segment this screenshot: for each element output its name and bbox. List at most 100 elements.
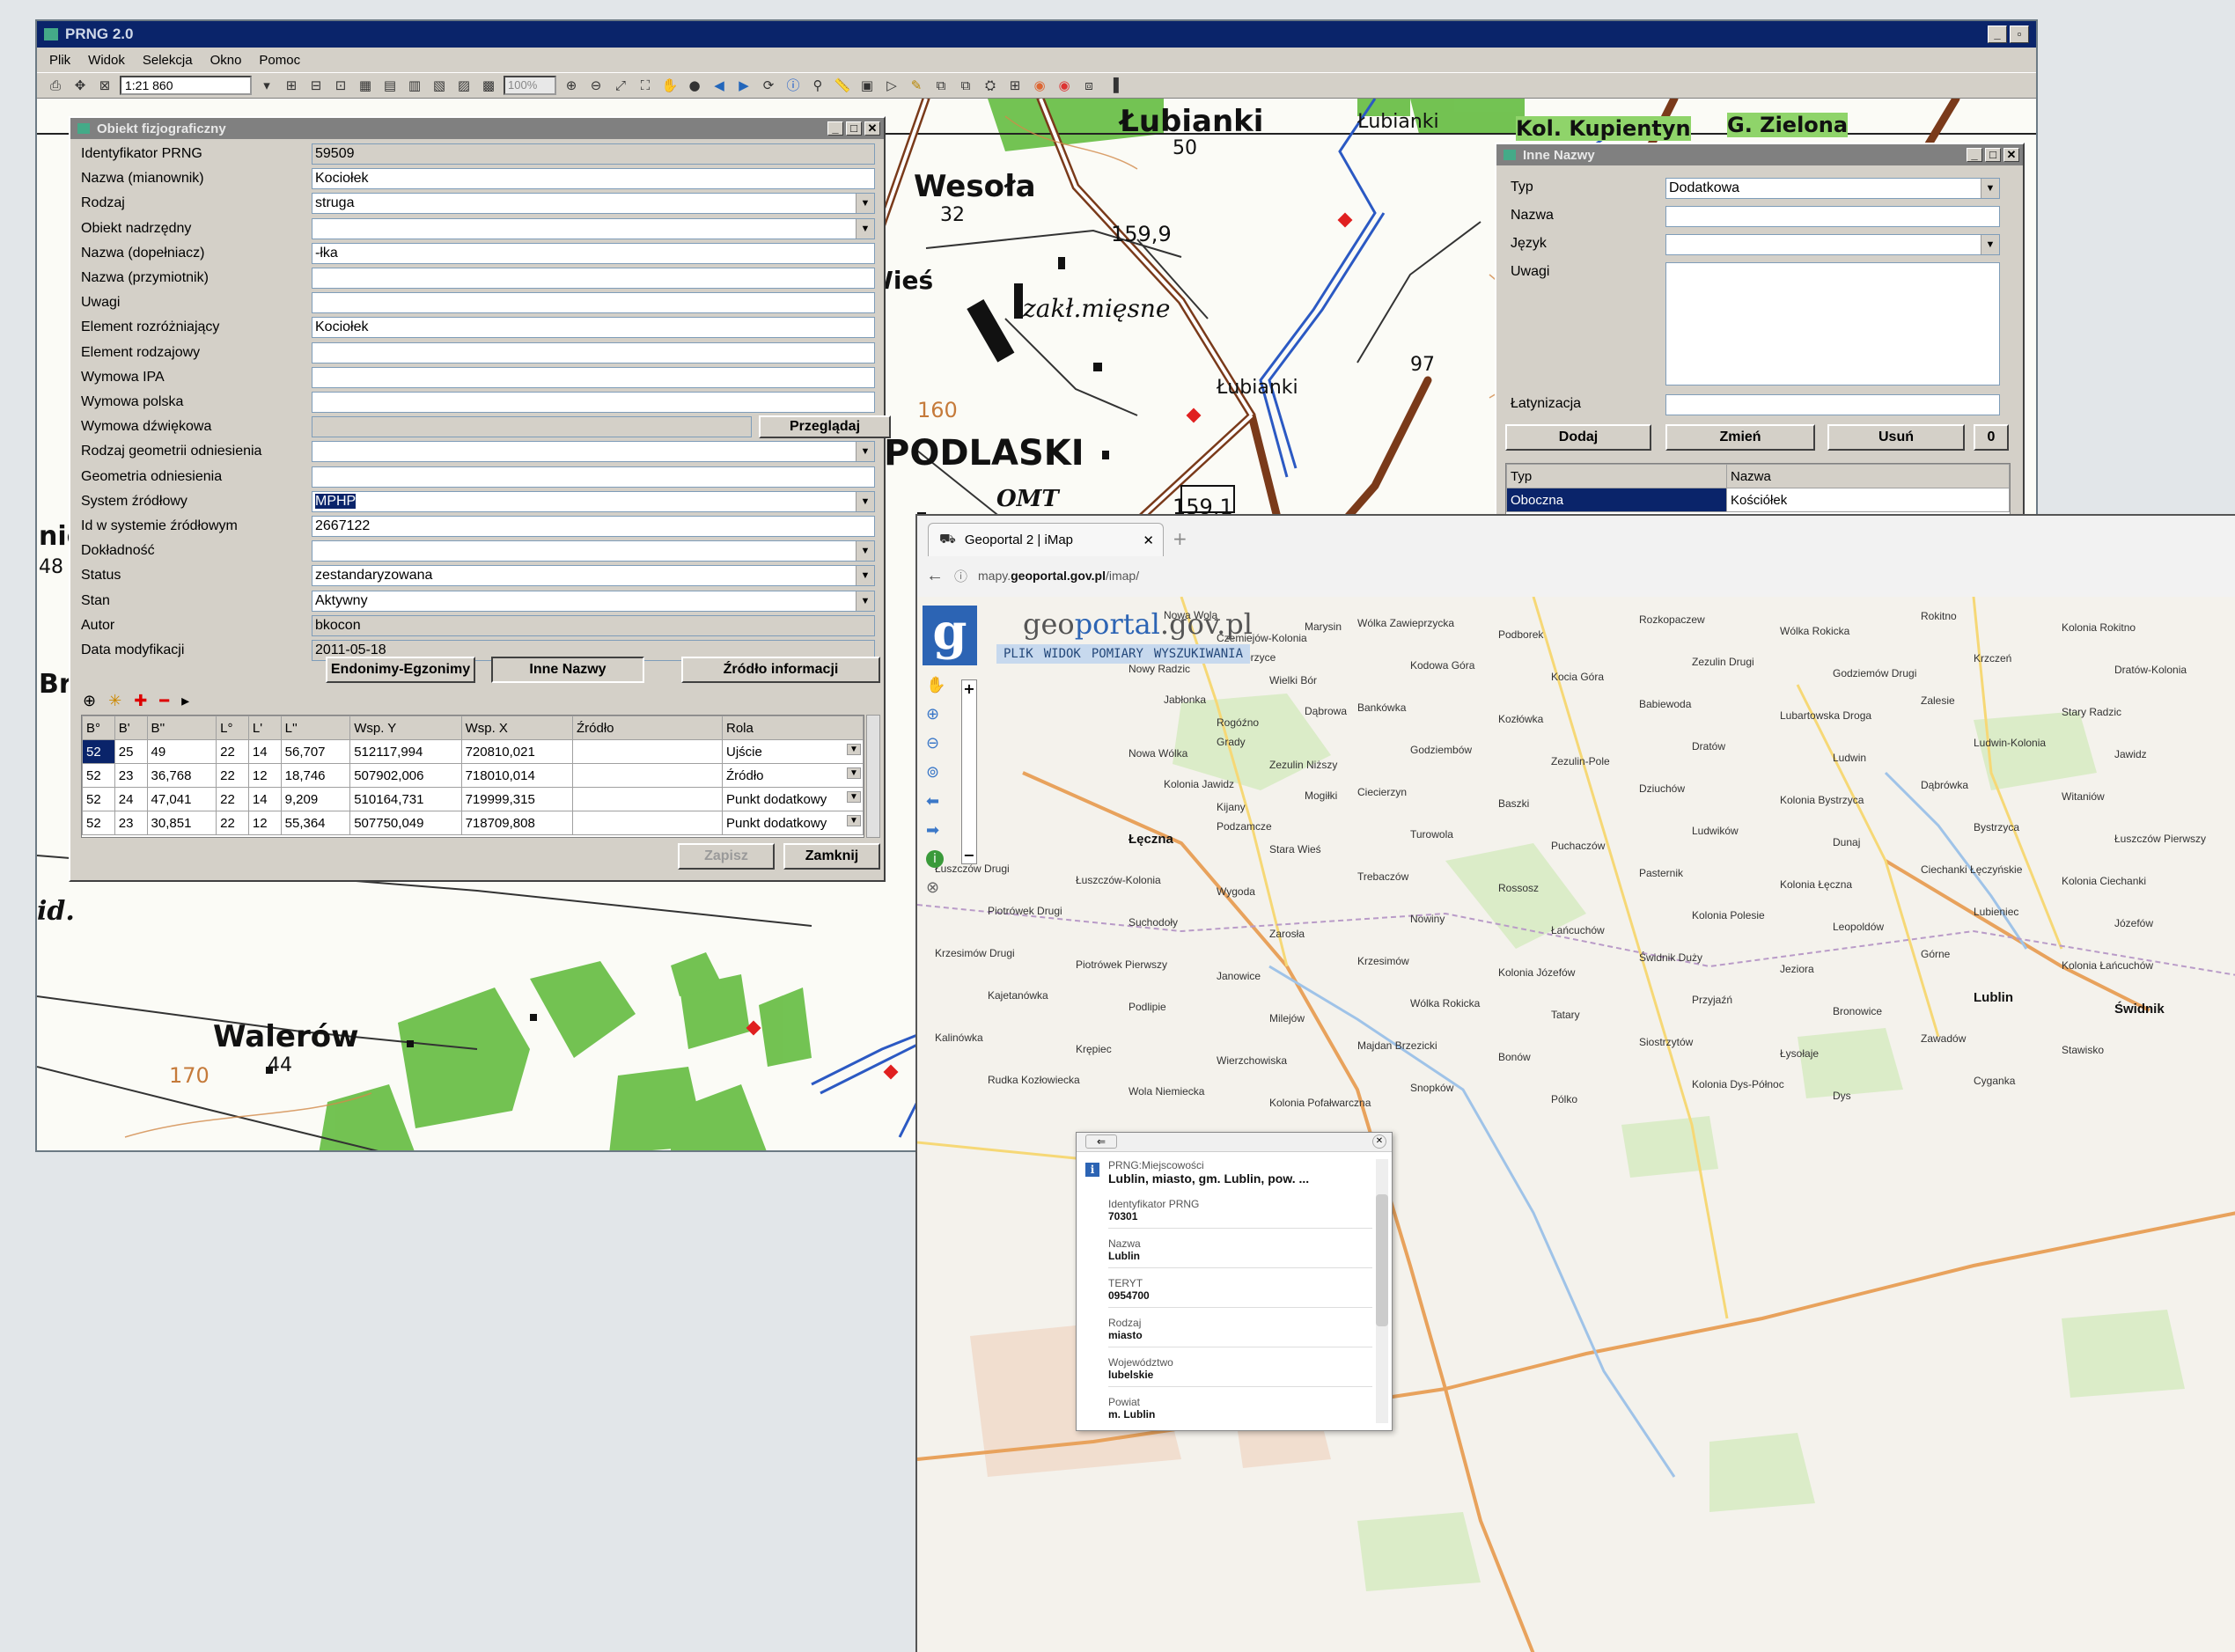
play-icon[interactable]: ▷ bbox=[882, 76, 901, 95]
grid-icon[interactable]: ▦ bbox=[356, 76, 375, 95]
window2-icon[interactable]: ⧉ bbox=[956, 76, 975, 95]
table-cell[interactable] bbox=[572, 787, 723, 811]
field-input[interactable] bbox=[312, 217, 875, 239]
table-cell[interactable]: 30,851 bbox=[146, 811, 217, 835]
table-cell[interactable] bbox=[572, 763, 723, 788]
table-cell[interactable]: 52 bbox=[82, 739, 115, 764]
rola-dropdown-icon[interactable]: ▼ bbox=[847, 767, 861, 779]
info-icon[interactable]: i bbox=[926, 850, 944, 868]
zoom-out-icon[interactable]: ⊖ bbox=[586, 76, 606, 95]
field-input[interactable] bbox=[312, 441, 875, 463]
layer3-icon[interactable]: ⊡ bbox=[331, 76, 350, 95]
zoom-box-icon[interactable]: ⛶ bbox=[636, 76, 655, 95]
coords-header[interactable]: B° bbox=[82, 716, 115, 740]
table-cell[interactable]: 52 bbox=[82, 787, 115, 811]
endonimy-button[interactable]: Endonimy-Egzonimy bbox=[326, 657, 475, 683]
back-icon[interactable]: ◀ bbox=[709, 76, 729, 95]
table-cell[interactable]: 22 bbox=[216, 787, 249, 811]
usun-button[interactable]: Usuń bbox=[1827, 424, 1965, 451]
zoom-plus-icon[interactable]: + bbox=[962, 680, 976, 697]
restore-button[interactable]: ▫ bbox=[2010, 26, 2029, 43]
refresh-icon[interactable]: ⟳ bbox=[759, 76, 778, 95]
table-row[interactable]: 52 24 47,041 22 14 9,209 510164,731 719999,315 P… bbox=[82, 787, 864, 811]
forward-icon[interactable]: ➡ bbox=[926, 821, 945, 840]
field-input[interactable]: Kociołek bbox=[312, 168, 875, 190]
object-icon[interactable]: ◉ bbox=[1030, 76, 1049, 95]
table-cell[interactable]: 719999,315 bbox=[460, 787, 574, 811]
field-input[interactable]: MPHP bbox=[312, 490, 875, 512]
menu-widok[interactable]: WIDOK bbox=[1044, 647, 1081, 661]
zoom-extent-icon[interactable]: ⤢ bbox=[611, 76, 630, 95]
table-cell[interactable]: Ujście ▼ bbox=[722, 739, 864, 764]
menu-selekcja[interactable]: Selekcja bbox=[143, 53, 193, 68]
field-input[interactable] bbox=[312, 268, 875, 289]
rola-dropdown-icon[interactable]: ▼ bbox=[847, 744, 861, 755]
rola-dropdown-icon[interactable]: ▼ bbox=[847, 791, 861, 803]
table-cell[interactable]: 720810,021 bbox=[460, 739, 574, 764]
remove-point-icon[interactable]: ━ bbox=[159, 692, 169, 710]
menu-pomoc[interactable]: Pomoc bbox=[259, 53, 300, 68]
field-input[interactable] bbox=[312, 392, 875, 413]
table-cell[interactable] bbox=[572, 811, 723, 835]
table-cell[interactable]: Źródło ▼ bbox=[722, 763, 864, 788]
popup-scroll-thumb[interactable] bbox=[1376, 1194, 1388, 1326]
table-cell[interactable]: 12 bbox=[247, 763, 282, 788]
forward-icon[interactable]: ▶ bbox=[734, 76, 754, 95]
grid2-icon[interactable]: ▤ bbox=[380, 76, 400, 95]
typ-select[interactable]: Dodatkowa bbox=[1665, 178, 2000, 199]
table-cell[interactable]: 47,041 bbox=[146, 787, 217, 811]
field-input[interactable]: Kociołek bbox=[312, 317, 875, 339]
table-cell[interactable] bbox=[572, 739, 723, 764]
count-button[interactable]: 0 bbox=[1974, 424, 2009, 451]
dodaj-button[interactable]: Dodaj bbox=[1505, 424, 1651, 451]
search-object-icon[interactable]: ⚲ bbox=[808, 76, 827, 95]
table-row[interactable]: 52 25 49 22 14 56,707 512117,994 720810,021 Ujśc… bbox=[82, 739, 864, 764]
table-cell[interactable]: 9,209 bbox=[280, 787, 351, 811]
field-input[interactable]: struga bbox=[312, 193, 875, 215]
coords-header[interactable]: L'' bbox=[280, 716, 351, 740]
maximize-button[interactable]: □ bbox=[846, 121, 862, 136]
popup-scrollbar[interactable] bbox=[1376, 1159, 1388, 1423]
coords-header[interactable]: L' bbox=[247, 716, 282, 740]
table-cell[interactable]: 14 bbox=[247, 787, 282, 811]
layer-icon[interactable]: ⊞ bbox=[282, 76, 301, 95]
coords-header[interactable]: Wsp. Y bbox=[349, 716, 462, 740]
menu-plik[interactable]: PLIK bbox=[1004, 647, 1033, 661]
table-cell[interactable]: 18,746 bbox=[280, 763, 351, 788]
browser-tab[interactable]: ⛟ Geoportal 2 | iMap ✕ bbox=[928, 523, 1164, 556]
maximize-button[interactable]: □ bbox=[1985, 148, 2001, 162]
arrow-icon[interactable]: ▸ bbox=[181, 692, 189, 710]
table-cell[interactable]: 510164,731 bbox=[349, 787, 462, 811]
list-item[interactable]: Oboczna Kościółek bbox=[1506, 488, 2010, 512]
zoom-point-icon[interactable]: ⊕ bbox=[83, 692, 96, 710]
grid4-icon[interactable]: ▧ bbox=[430, 76, 449, 95]
geoportal-logo[interactable]: g bbox=[923, 606, 977, 665]
menu-okno[interactable]: Okno bbox=[210, 53, 242, 68]
field-input[interactable] bbox=[312, 366, 875, 388]
close-button[interactable]: ✕ bbox=[2003, 148, 2019, 162]
back-icon[interactable]: ⬅ bbox=[926, 792, 945, 811]
menu-widok[interactable]: Widok bbox=[88, 53, 125, 68]
zoom-in-icon[interactable]: ⊕ bbox=[562, 76, 581, 95]
latynizacja-input[interactable] bbox=[1665, 394, 2000, 415]
print-icon[interactable]: ⎙ bbox=[46, 76, 65, 95]
coords-header[interactable]: Wsp. X bbox=[460, 716, 574, 740]
grid3-icon[interactable]: ▥ bbox=[405, 76, 424, 95]
menu-plik[interactable]: Plik bbox=[49, 53, 70, 68]
table-cell[interactable]: 49 bbox=[146, 739, 217, 764]
jezyk-select[interactable] bbox=[1665, 234, 2000, 255]
minimize-button[interactable]: _ bbox=[1967, 148, 1982, 162]
navigate-icon[interactable]: ✥ bbox=[70, 76, 90, 95]
field-input[interactable]: 2667122 bbox=[312, 516, 875, 537]
coords-header[interactable]: Rola bbox=[722, 716, 864, 740]
field-input[interactable] bbox=[312, 540, 875, 562]
field-input[interactable] bbox=[312, 466, 875, 488]
menu-pomiary[interactable]: POMIARY bbox=[1092, 647, 1143, 661]
popup-close-icon[interactable]: ✕ bbox=[1372, 1134, 1386, 1149]
table-cell[interactable]: 24 bbox=[114, 787, 148, 811]
grid6-icon[interactable]: ▩ bbox=[479, 76, 498, 95]
star-icon[interactable]: ✳ bbox=[108, 692, 121, 710]
zapisz-button[interactable]: Zapisz bbox=[678, 843, 775, 870]
layer2-icon[interactable]: ⊟ bbox=[306, 76, 326, 95]
scale-input[interactable]: 1:21 860 bbox=[120, 76, 252, 95]
